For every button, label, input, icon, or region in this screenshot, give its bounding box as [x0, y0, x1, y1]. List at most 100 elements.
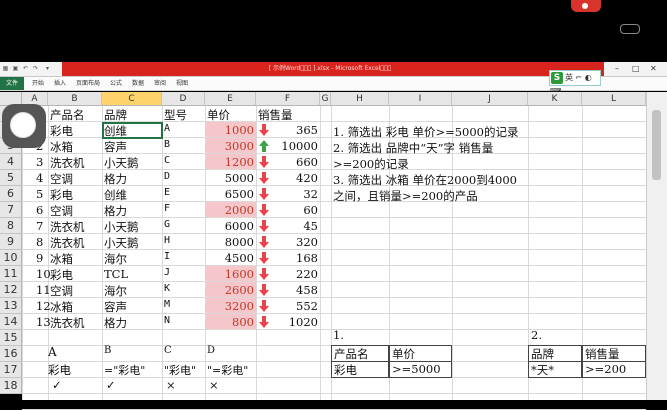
customize-icon[interactable]: ▾: [44, 65, 51, 72]
cell-model[interactable]: K: [164, 283, 170, 294]
cell-model[interactable]: H: [164, 235, 170, 246]
cell-brand[interactable]: 格力: [104, 315, 127, 331]
criteria2-label[interactable]: 2.: [531, 328, 542, 342]
cell-product-name[interactable]: 洗衣机: [50, 219, 85, 235]
column-header-i[interactable]: I: [389, 92, 452, 106]
row-header[interactable]: 5: [0, 170, 22, 186]
ime-toolbar[interactable]: S英 ⌐ ◐ ⌨: [549, 70, 601, 96]
cell-model[interactable]: E: [164, 187, 170, 198]
cell-product-name[interactable]: 洗衣机: [50, 235, 85, 251]
cell-header-price[interactable]: 单价: [207, 107, 230, 123]
tab-home[interactable]: 开始: [32, 77, 44, 90]
cell-a18[interactable]: ✓: [52, 378, 62, 392]
cell-brand[interactable]: 创维: [104, 187, 127, 203]
note-line-3[interactable]: >=200的记录: [333, 156, 409, 172]
cell-price[interactable]: 1600: [206, 267, 254, 281]
row-header[interactable]: 9: [0, 234, 22, 250]
cell-c16[interactable]: C: [164, 345, 172, 356]
tab-insert[interactable]: 插入: [54, 77, 66, 90]
row-header[interactable]: 12: [0, 282, 22, 298]
tab-data[interactable]: 数据: [132, 77, 144, 90]
cell-model[interactable]: A: [164, 123, 170, 134]
cell-product-name[interactable]: 彩电: [50, 123, 73, 139]
cell-model[interactable]: N: [164, 315, 170, 326]
column-header-l[interactable]: L: [582, 92, 646, 106]
row-header[interactable]: 7: [0, 202, 22, 218]
cell-row-number[interactable]: 13: [36, 315, 51, 329]
cell-row-number[interactable]: 4: [36, 171, 50, 185]
cell-a17[interactable]: 彩电: [48, 362, 71, 378]
restore-button[interactable]: □: [632, 63, 640, 75]
cell-row-number[interactable]: 11: [36, 283, 51, 297]
row-header[interactable]: 15: [0, 330, 22, 346]
mini-toggle-icon[interactable]: [620, 24, 640, 34]
cell-c17[interactable]: "彩电": [164, 362, 196, 378]
cell-price[interactable]: 6500: [206, 187, 254, 201]
cell-row-number[interactable]: 6: [36, 203, 50, 217]
row-header[interactable]: 17: [0, 362, 22, 378]
cell-model[interactable]: F: [164, 203, 170, 214]
row-header[interactable]: 18: [0, 378, 22, 394]
row-header[interactable]: 10: [0, 250, 22, 266]
cell-model[interactable]: G: [164, 219, 170, 230]
cell-header-qty[interactable]: 销售量: [258, 107, 293, 123]
cell-c18[interactable]: ×: [166, 378, 176, 392]
cell-d17[interactable]: "=彩电": [207, 362, 248, 378]
cell-brand[interactable]: 格力: [104, 203, 127, 219]
cell-header-model[interactable]: 型号: [164, 107, 187, 123]
cell-b17[interactable]: ="彩电": [104, 362, 145, 378]
cell-model[interactable]: I: [164, 251, 170, 262]
cell-model[interactable]: D: [164, 171, 170, 182]
column-header-b[interactable]: B: [48, 92, 102, 106]
cell-product-name[interactable]: 洗衣机: [50, 315, 85, 331]
cell-brand[interactable]: 小天鹅: [104, 155, 139, 171]
column-header-h[interactable]: H: [331, 92, 389, 106]
row-header[interactable]: 11: [0, 266, 22, 282]
cell-a16[interactable]: A: [48, 345, 57, 359]
cell-model[interactable]: J: [164, 267, 170, 278]
cell-product-name[interactable]: 空调: [50, 203, 73, 219]
redo-icon[interactable]: ↷: [32, 65, 39, 72]
cell-price[interactable]: 6000: [206, 219, 254, 233]
cell-product-name[interactable]: 冰箱: [50, 139, 73, 155]
cell-brand[interactable]: 格力: [104, 171, 127, 187]
tab-view[interactable]: 视图: [176, 77, 188, 90]
cell-b16[interactable]: B: [104, 345, 111, 356]
cell-price[interactable]: 3000: [206, 139, 254, 153]
note-line-2[interactable]: 2. 筛选出 品牌中“天”字 销售量: [333, 140, 493, 156]
row-header[interactable]: 16: [0, 346, 22, 362]
cell-brand[interactable]: 创维: [104, 123, 127, 139]
row-header[interactable]: 8: [0, 218, 22, 234]
cell-product-name[interactable]: 彩电: [50, 187, 73, 203]
scrollbar-thumb[interactable]: [652, 110, 661, 180]
cell-price[interactable]: 8000: [206, 235, 254, 249]
cell-price[interactable]: 2000: [206, 203, 254, 217]
cell-product-name[interactable]: 彩电: [50, 267, 73, 283]
cell-row-number[interactable]: 12: [36, 299, 51, 313]
tab-file[interactable]: 文件: [0, 77, 25, 90]
cell-model[interactable]: B: [164, 139, 170, 150]
note-line-1[interactable]: 1. 筛选出 彩电 单价>=5000的记录: [333, 124, 518, 140]
cell-product-name[interactable]: 冰箱: [50, 299, 73, 315]
cell-price[interactable]: 2600: [206, 283, 254, 297]
criteria1-label[interactable]: 1.: [333, 328, 344, 342]
tab-page-layout[interactable]: 页面布局: [76, 77, 100, 90]
cell-row-number[interactable]: 3: [36, 155, 50, 169]
cell-d16[interactable]: D: [207, 345, 215, 356]
cell-brand[interactable]: TCL: [104, 267, 128, 281]
cell-price[interactable]: 800: [206, 315, 254, 329]
close-button[interactable]: ✕: [650, 63, 657, 75]
column-header-k[interactable]: K: [528, 92, 582, 106]
minimize-button[interactable]: –: [615, 63, 619, 75]
save-icon[interactable]: ▣: [12, 65, 19, 72]
cell-price[interactable]: 3200: [206, 299, 254, 313]
cell-brand[interactable]: 小天鹅: [104, 219, 139, 235]
note-line-5[interactable]: 之间，且销量>=200的产品: [333, 188, 478, 204]
cell-product-name[interactable]: 空调: [50, 283, 73, 299]
column-header-e[interactable]: E: [205, 92, 256, 106]
row-header[interactable]: 6: [0, 186, 22, 202]
cell-model[interactable]: C: [164, 155, 170, 166]
column-header-f[interactable]: F: [256, 92, 320, 106]
assistive-touch-button[interactable]: [2, 104, 46, 148]
record-button[interactable]: [571, 0, 601, 12]
